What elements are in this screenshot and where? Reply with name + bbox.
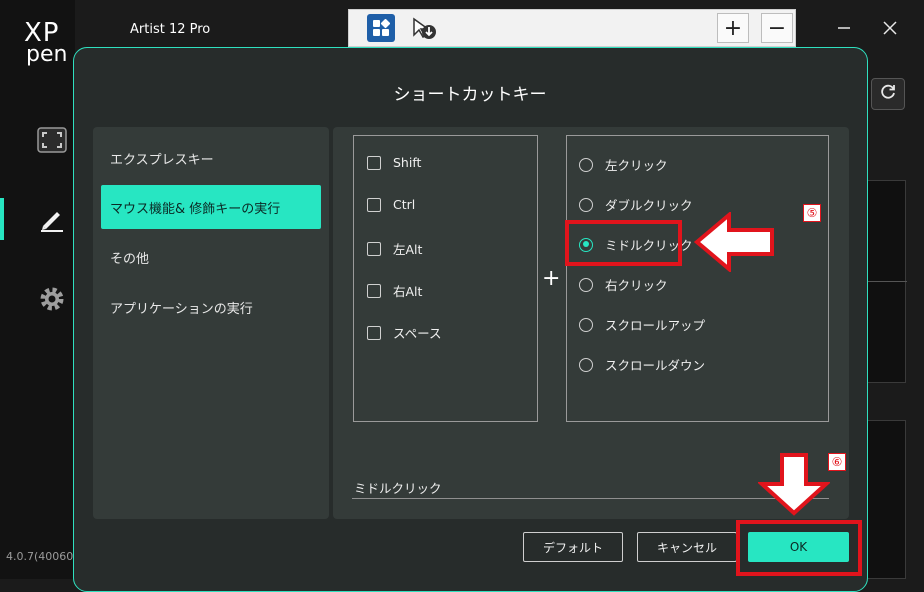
checkbox-label: 右Alt <box>393 284 423 299</box>
radio-button[interactable] <box>579 317 593 332</box>
modifier-right-alt[interactable]: 右Alt <box>367 281 422 300</box>
modifier-keys-box: Shift Ctrl 左Alt 右Alt スペース <box>353 135 538 422</box>
sidebar-item-label: マウス機能& 修飾キーの実行 <box>110 201 281 217</box>
background-preview-panel <box>862 180 907 383</box>
mouse-action-double-click[interactable]: ダブルクリック <box>579 195 693 214</box>
mouse-action-scroll-up[interactable]: スクロールアップ <box>579 315 705 334</box>
checkbox-label: 左Alt <box>393 242 423 257</box>
annotation-step-5-badge: ⑤ <box>803 204 821 222</box>
modifier-space[interactable]: スペース <box>367 323 442 342</box>
shortcut-result-value: ミドルクリック <box>354 481 442 496</box>
checkbox[interactable] <box>367 241 381 256</box>
pen-icon[interactable] <box>34 201 70 237</box>
close-icon[interactable] <box>880 18 900 38</box>
radio-label: 左クリック <box>605 158 668 173</box>
sidebar-item-mouse-modifier[interactable]: マウス機能& 修飾キーの実行 <box>101 185 321 229</box>
device-name: Artist 12 Pro <box>130 22 211 37</box>
download-cursor-icon[interactable] <box>409 14 439 42</box>
radio-button[interactable] <box>579 277 593 292</box>
mouse-action-left-click[interactable]: 左クリック <box>579 155 668 174</box>
dialog-title: ショートカットキー <box>393 85 547 105</box>
minimize-icon[interactable] <box>834 18 854 38</box>
checkbox[interactable] <box>367 197 381 212</box>
zoom-out-button[interactable]: − <box>761 13 793 43</box>
category-sidebar: エクスプレスキー マウス機能& 修飾キーの実行 その他 アプリケーションの実行 <box>93 127 329 519</box>
annotation-step-6-badge: ⑥ <box>828 453 846 471</box>
radio-button[interactable] <box>579 197 593 212</box>
sidebar-item-label: その他 <box>110 251 150 267</box>
checkbox[interactable] <box>367 325 381 340</box>
radio-label: ダブルクリック <box>605 198 693 213</box>
logo-text-bottom: pen <box>26 42 68 67</box>
version-label: 4.0.7(40060 <box>6 550 74 563</box>
sidebar-item-express-keys[interactable]: エクスプレスキー <box>101 136 321 180</box>
xppen-logo: XP pen <box>24 20 74 67</box>
annotation-highlight-ok-button <box>736 520 862 576</box>
radio-button[interactable] <box>579 157 593 172</box>
checkbox-label: スペース <box>393 326 442 341</box>
modifier-shift[interactable]: Shift <box>367 155 421 170</box>
radio-button[interactable] <box>579 357 593 372</box>
cancel-button[interactable]: キャンセル <box>637 532 737 562</box>
annotation-down-arrow-icon <box>756 452 832 520</box>
checkbox[interactable] <box>367 155 381 170</box>
plus-sign: + <box>542 266 561 291</box>
display-area-icon[interactable] <box>34 122 70 158</box>
modifier-ctrl[interactable]: Ctrl <box>367 197 415 212</box>
background-preview-panel-lower <box>862 420 906 579</box>
modifier-left-alt[interactable]: 左Alt <box>367 239 422 258</box>
mouse-action-right-click[interactable]: 右クリック <box>579 275 668 294</box>
sidebar-item-run-application[interactable]: アプリケーションの実行 <box>101 285 321 329</box>
zoom-in-button[interactable]: + <box>717 13 749 43</box>
checkbox-label: Shift <box>393 155 422 170</box>
default-button[interactable]: デフォルト <box>523 532 623 562</box>
toolbar: + − <box>348 9 796 47</box>
sidebar-item-other[interactable]: その他 <box>101 235 321 279</box>
gear-icon[interactable] <box>34 281 70 317</box>
apps-grid-icon[interactable] <box>367 14 395 42</box>
sidebar-item-label: エクスプレスキー <box>110 152 214 168</box>
radio-label: 右クリック <box>605 278 668 293</box>
mouse-action-scroll-down[interactable]: スクロールダウン <box>579 355 705 374</box>
sidebar-item-label: アプリケーションの実行 <box>110 301 253 317</box>
annotation-highlight-middle-click <box>565 220 682 266</box>
rail-active-indicator <box>0 198 4 240</box>
radio-label: スクロールアップ <box>605 318 706 333</box>
checkbox-label: Ctrl <box>393 197 416 212</box>
annotation-left-arrow-icon <box>693 210 776 276</box>
preview-divider <box>863 281 907 282</box>
mouse-actions-box: 左クリック ダブルクリック ミドルクリック 右クリック スクロールアップ スクロ… <box>566 135 829 422</box>
radio-label: スクロールダウン <box>605 358 706 373</box>
checkbox[interactable] <box>367 283 381 298</box>
